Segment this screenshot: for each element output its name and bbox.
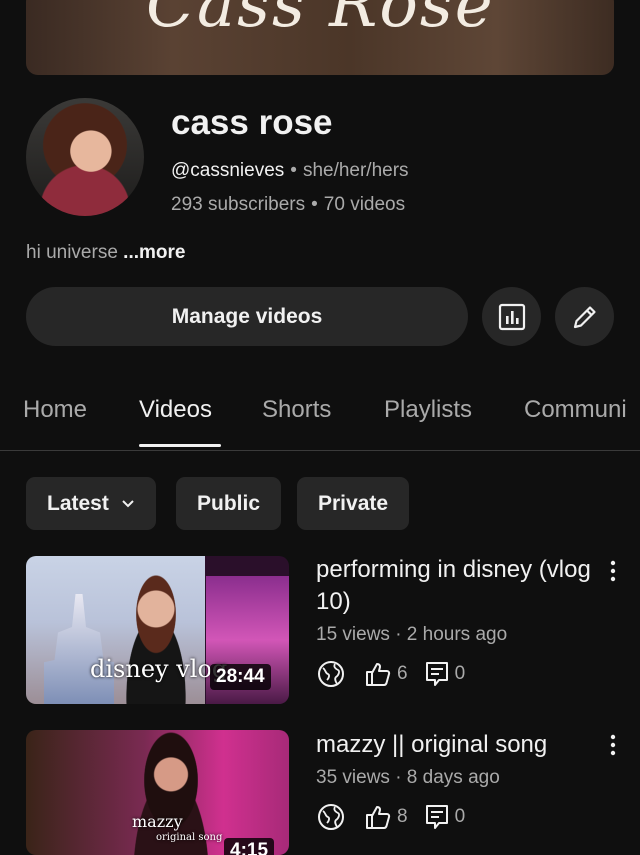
comment-icon	[424, 803, 450, 831]
channel-tabs: Home Videos Shorts Playlists Communi	[0, 380, 640, 451]
analytics-button[interactable]	[482, 287, 541, 346]
stats-row: 293 subscribers • 70 videos	[171, 194, 405, 216]
edit-button[interactable]	[555, 287, 614, 346]
thumbnail-text: mazzy	[132, 812, 183, 831]
pronouns: she/her/hers	[302, 160, 409, 181]
sort-dropdown[interactable]: Latest	[26, 477, 156, 530]
tab-community[interactable]: Communi	[524, 396, 627, 424]
like-count: 8	[397, 806, 408, 827]
channel-handle: @cassnieves	[171, 160, 285, 181]
active-tab-indicator	[139, 444, 221, 447]
video-thumbnail[interactable]: disney vlog 28:44	[26, 556, 289, 704]
sort-label: Latest	[47, 491, 109, 515]
comment-count: 0	[454, 663, 466, 684]
tab-shorts[interactable]: Shorts	[262, 396, 331, 424]
channel-name: cass rose	[171, 103, 333, 142]
tab-videos[interactable]: Videos	[139, 396, 212, 424]
more-vertical-icon	[610, 560, 616, 582]
filter-public[interactable]: Public	[176, 477, 282, 530]
thumbs-up-icon	[364, 660, 392, 688]
handle-row: @cassnieves • she/her/hers	[171, 160, 409, 182]
more-options-button[interactable]	[603, 556, 623, 586]
video-stats: 6 0	[316, 659, 481, 689]
castle-graphic	[44, 594, 114, 704]
video-title[interactable]: performing in disney (vlog 10)	[316, 554, 596, 618]
video-stats: 8 0	[316, 802, 481, 832]
comment-icon	[424, 660, 450, 688]
more-vertical-icon	[610, 734, 616, 756]
separator-dot: •	[311, 194, 318, 215]
channel-description[interactable]: hi universe ...more	[26, 242, 185, 264]
person-graphic	[110, 572, 202, 704]
avatar[interactable]	[26, 98, 144, 216]
tab-playlists[interactable]: Playlists	[384, 396, 472, 424]
analytics-icon	[497, 302, 527, 332]
separator-dot: •	[290, 160, 297, 181]
filter-private[interactable]: Private	[297, 477, 410, 530]
tab-home[interactable]: Home	[23, 396, 87, 424]
video-meta: 35 views · 8 days ago	[316, 767, 500, 788]
thumbnail-subtext: original song	[156, 832, 223, 843]
thumbs-up-icon	[364, 803, 392, 831]
video-count: 70 videos	[323, 194, 406, 215]
thumbnail-text: disney vlog	[90, 655, 228, 683]
description-text: hi universe	[26, 242, 118, 263]
more-options-button[interactable]	[603, 730, 623, 760]
video-thumbnail[interactable]: mazzy original song 4:15	[26, 730, 289, 855]
subscriber-count: 293 subscribers	[171, 194, 306, 215]
like-count: 6	[397, 663, 408, 684]
more-link[interactable]: ...more	[123, 242, 185, 263]
banner-text: Cass Rose	[146, 0, 495, 42]
comment-count: 0	[454, 806, 466, 827]
globe-icon	[316, 802, 346, 832]
globe-icon	[316, 659, 346, 689]
video-duration: 28:44	[210, 664, 271, 690]
pencil-icon	[570, 302, 600, 332]
manage-videos-button[interactable]: Manage videos	[26, 287, 468, 346]
chevron-down-icon	[121, 499, 135, 509]
video-title[interactable]: mazzy || original song	[316, 729, 596, 761]
channel-banner: Cass Rose	[26, 0, 614, 75]
video-meta: 15 views · 2 hours ago	[316, 624, 508, 645]
video-duration: 4:15	[224, 838, 275, 855]
